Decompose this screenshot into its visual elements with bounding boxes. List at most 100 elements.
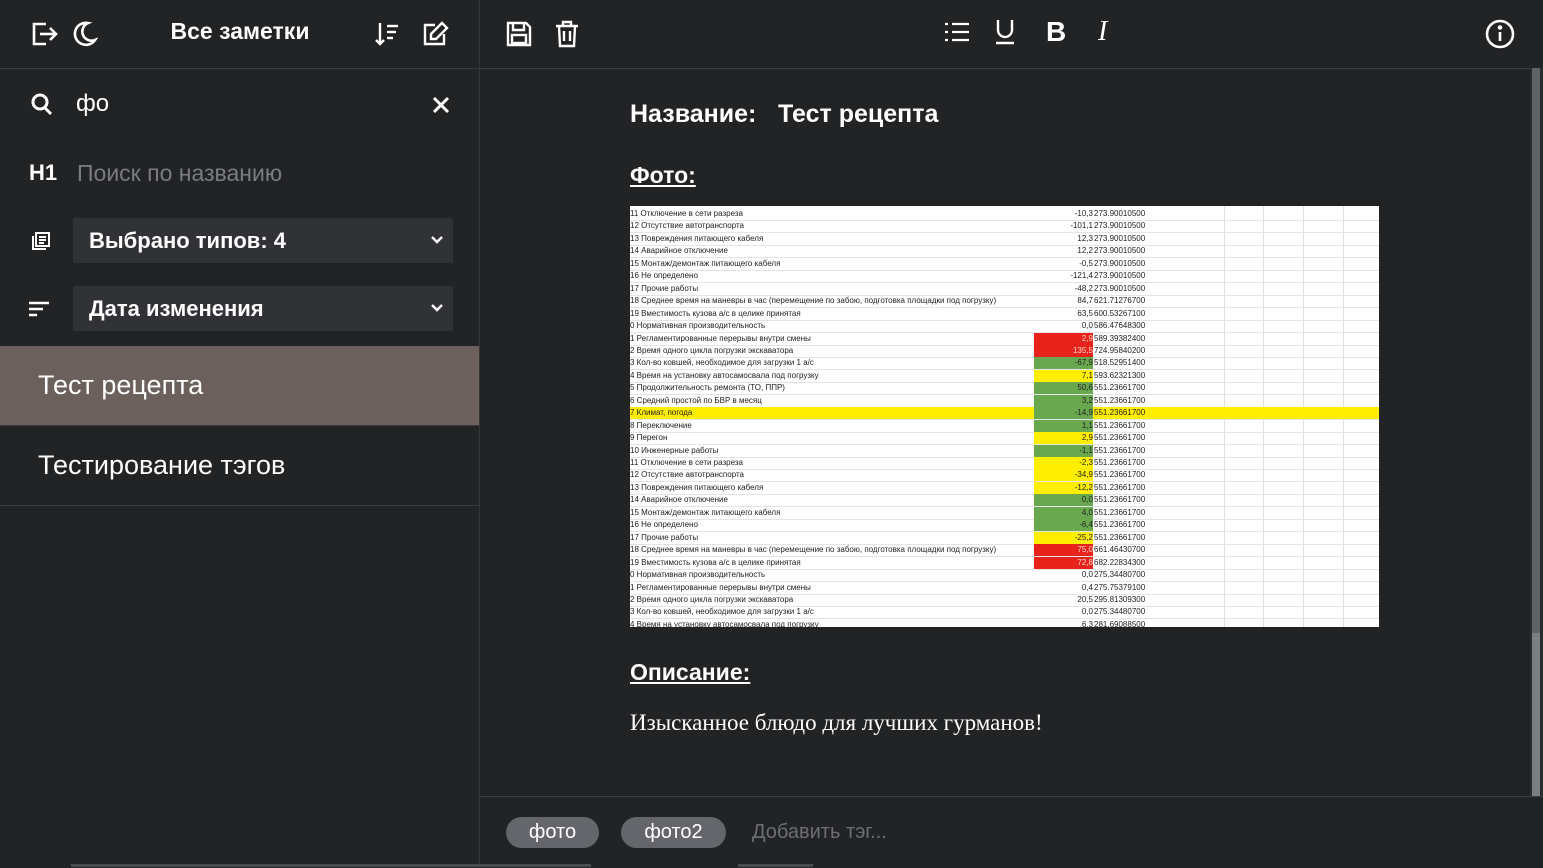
sheet-cell-value: -48,2 bbox=[1074, 283, 1093, 293]
sheet-cell-text: 1 Регламентированные перерывы внутри сме… bbox=[630, 333, 811, 343]
sheet-cell-text: 13 Повреждения питающего кабеля bbox=[630, 233, 764, 243]
sheet-row: 0 Нормативная производительность 0,0 586.4… bbox=[630, 320, 1379, 334]
sheet-cell-calc: 273.90010500 bbox=[1094, 246, 1146, 256]
sheet-cell-calc: 551.23661700 bbox=[1094, 532, 1146, 542]
sheet-cell-text: 17 Прочие работы bbox=[630, 283, 699, 293]
sheet-cell-value: 12,2 bbox=[1077, 246, 1093, 256]
scrollbar-thumb[interactable] bbox=[1532, 633, 1540, 796]
sheet-cell-text: 8 Переключение bbox=[630, 420, 692, 430]
sheet-cell-calc: 275.75379100 bbox=[1094, 582, 1146, 592]
sheet-row: 14 Аварийное отключение 12,2 273.90010500 bbox=[630, 245, 1379, 259]
note-types-select[interactable]: Выбрано типов: 4 bbox=[73, 218, 453, 263]
sheet-cell-calc: 273.90010500 bbox=[1094, 271, 1146, 281]
sheet-cell-value: -14,9 bbox=[1074, 408, 1093, 418]
bold-icon[interactable]: B bbox=[1046, 16, 1066, 48]
sort-order-icon[interactable] bbox=[373, 20, 401, 48]
note-types-value: Выбрано типов: 4 bbox=[89, 228, 287, 253]
sheet-cell-value: 3,2 bbox=[1081, 395, 1093, 405]
sheet-cell-value: 1,1 bbox=[1081, 420, 1093, 430]
logout-icon[interactable] bbox=[30, 20, 58, 48]
search-input[interactable]: фо bbox=[76, 90, 109, 118]
new-note-icon[interactable] bbox=[422, 20, 450, 48]
photo-image: 11 Отключение в сети разреза -10,3 273.900… bbox=[630, 206, 1379, 627]
sheet-row: 15 Монтаж/демонтаж питающего кабеля 4,0 55… bbox=[630, 506, 1379, 520]
sheet-row: 7 Климат, погода -14,9 551.23661700 bbox=[630, 407, 1379, 421]
sheet-row: 19 Вместимость кузова а/с в целике приня… bbox=[630, 556, 1379, 570]
sheet-cell-value: 2,9 bbox=[1081, 433, 1093, 443]
sheet-row: 1 Регламентированные перерывы внутри сме… bbox=[630, 582, 1379, 595]
sheet-cell-value: 72,8 bbox=[1077, 557, 1093, 567]
sheet-row: 17 Прочие работы -25,2 551.23661700 bbox=[630, 531, 1379, 545]
sheet-cell-value: 63,5 bbox=[1077, 308, 1093, 318]
note-editor: B I Название: Тест рецепта Фото: 11 Откл… bbox=[480, 0, 1543, 867]
sheet-cell-value: 0,0 bbox=[1081, 495, 1093, 505]
add-tag-input[interactable]: Добавить тэг... bbox=[752, 821, 887, 844]
sheet-cell-value: -2,3 bbox=[1079, 458, 1093, 467]
tag-bar: фото фото2 Добавить тэг... bbox=[480, 796, 1543, 868]
underline-icon[interactable] bbox=[994, 19, 1016, 45]
sheet-cell-value: 0,0 bbox=[1081, 570, 1093, 580]
sheet-cell-value: -12,2 bbox=[1074, 482, 1093, 492]
sheet-cell-text: 18 Среднее время на маневры в час (перем… bbox=[630, 545, 997, 555]
sheet-cell-calc: 273.90010500 bbox=[1094, 221, 1146, 231]
sheet-cell-calc: 273.90010500 bbox=[1094, 258, 1146, 268]
save-icon[interactable] bbox=[506, 21, 532, 47]
tag-chip[interactable]: фото2 bbox=[621, 817, 726, 848]
tag-chip[interactable]: фото bbox=[506, 817, 599, 848]
sheet-row: 2 Время одного цикла погрузки экскаватор… bbox=[630, 594, 1379, 607]
heading-icon: H1 bbox=[29, 160, 57, 186]
heading-label: H1 bbox=[29, 160, 58, 185]
sheet-cell-text: 19 Вместимость кузова а/с в целике приня… bbox=[630, 308, 801, 318]
note-name-value[interactable]: Тест рецепта bbox=[778, 100, 938, 129]
sheet-cell-text: 10 Инженерные работы bbox=[630, 445, 719, 455]
sheet-cell-value: -34,9 bbox=[1074, 470, 1093, 480]
sheet-cell-text: 16 Не определено bbox=[630, 520, 698, 530]
sheet-row: 2 Время одного цикла погрузки экскаватор… bbox=[630, 344, 1379, 358]
sheet-cell-text: 15 Монтаж/демонтаж питающего кабеля bbox=[630, 258, 781, 268]
scrollbar[interactable] bbox=[1530, 68, 1543, 796]
photo-label: Фото: bbox=[630, 162, 696, 188]
sheet-cell-text: 11 Отключение в сети разреза bbox=[630, 209, 743, 218]
sheet-cell-calc: 551.23661700 bbox=[1094, 383, 1146, 393]
sheet-cell-calc: 551.23661700 bbox=[1094, 445, 1146, 455]
description-text[interactable]: Изысканное блюдо для лучших гурманов! bbox=[630, 710, 1043, 736]
sheet-cell-text: 9 Перегон bbox=[630, 433, 668, 443]
sheet-cell-calc: 273.90010500 bbox=[1094, 209, 1146, 218]
info-icon[interactable] bbox=[1485, 19, 1515, 49]
clear-search-icon[interactable] bbox=[431, 95, 451, 115]
sheet-cell-text: 2 Время одного цикла погрузки экскаватор… bbox=[630, 345, 794, 355]
sheet-cell-value: -25,2 bbox=[1074, 532, 1093, 542]
sheet-row: 12 Отсутствие автотранспорта -34,9 551.236… bbox=[630, 469, 1379, 483]
sheet-cell-calc: 273.90010500 bbox=[1094, 283, 1146, 293]
delete-icon[interactable] bbox=[555, 20, 579, 48]
note-types-icon bbox=[31, 231, 51, 251]
bulleted-list-icon[interactable] bbox=[944, 21, 970, 43]
sheet-row: 13 Повреждения питающего кабеля 12,3 273.9… bbox=[630, 233, 1379, 246]
sheet-cell-text: 18 Среднее время на маневры в час (перем… bbox=[630, 296, 997, 306]
sheet-cell-calc: 273.90010500 bbox=[1094, 233, 1146, 243]
sheet-cell-calc: 275.34480700 bbox=[1094, 570, 1146, 580]
sheet-cell-text: 3 Кол-во ковшей, необходимое для загрузк… bbox=[630, 607, 814, 617]
sheet-row: 17 Прочие работы -48,2 273.90010500 bbox=[630, 283, 1379, 296]
sheet-cell-calc: 551.23661700 bbox=[1094, 520, 1146, 530]
sheet-cell-text: 1 Регламентированные перерывы внутри сме… bbox=[630, 582, 811, 592]
sort-select[interactable]: Дата изменения bbox=[73, 286, 453, 331]
note-list-item[interactable]: Тест рецепта bbox=[0, 346, 479, 426]
sheet-cell-text: 7 Климат, погода bbox=[630, 408, 693, 418]
italic-icon[interactable]: I bbox=[1098, 16, 1107, 48]
sheet-cell-value: 135,5 bbox=[1072, 345, 1093, 355]
sheet-cell-calc: 682.22834300 bbox=[1094, 557, 1146, 567]
sheet-cell-text: 5 Продолжительность ремонта (ТО, ППР) bbox=[630, 383, 785, 393]
sheet-cell-calc: 275.34480700 bbox=[1094, 607, 1146, 617]
sheet-cell-text: 14 Аварийное отключение bbox=[630, 246, 728, 256]
sheet-cell-calc: 551.23661700 bbox=[1094, 408, 1146, 418]
name-search-input[interactable]: Поиск по названию bbox=[77, 160, 282, 187]
sheet-cell-text: 4 Время на установку автосамосвала под п… bbox=[630, 619, 819, 627]
sheet-row: 5 Продолжительность ремонта (ТО, ППР) 50,… bbox=[630, 382, 1379, 396]
sheet-cell-value: 50,6 bbox=[1077, 383, 1093, 393]
sheet-cell-text: 4 Время на установку автосамосвала под п… bbox=[630, 370, 819, 380]
note-list-item[interactable]: Тестирование тэгов bbox=[0, 426, 479, 506]
sheet-cell-value: 0,0 bbox=[1081, 607, 1093, 617]
sheet-cell-value: -101,1 bbox=[1070, 221, 1093, 231]
dark-mode-icon[interactable] bbox=[70, 20, 98, 48]
